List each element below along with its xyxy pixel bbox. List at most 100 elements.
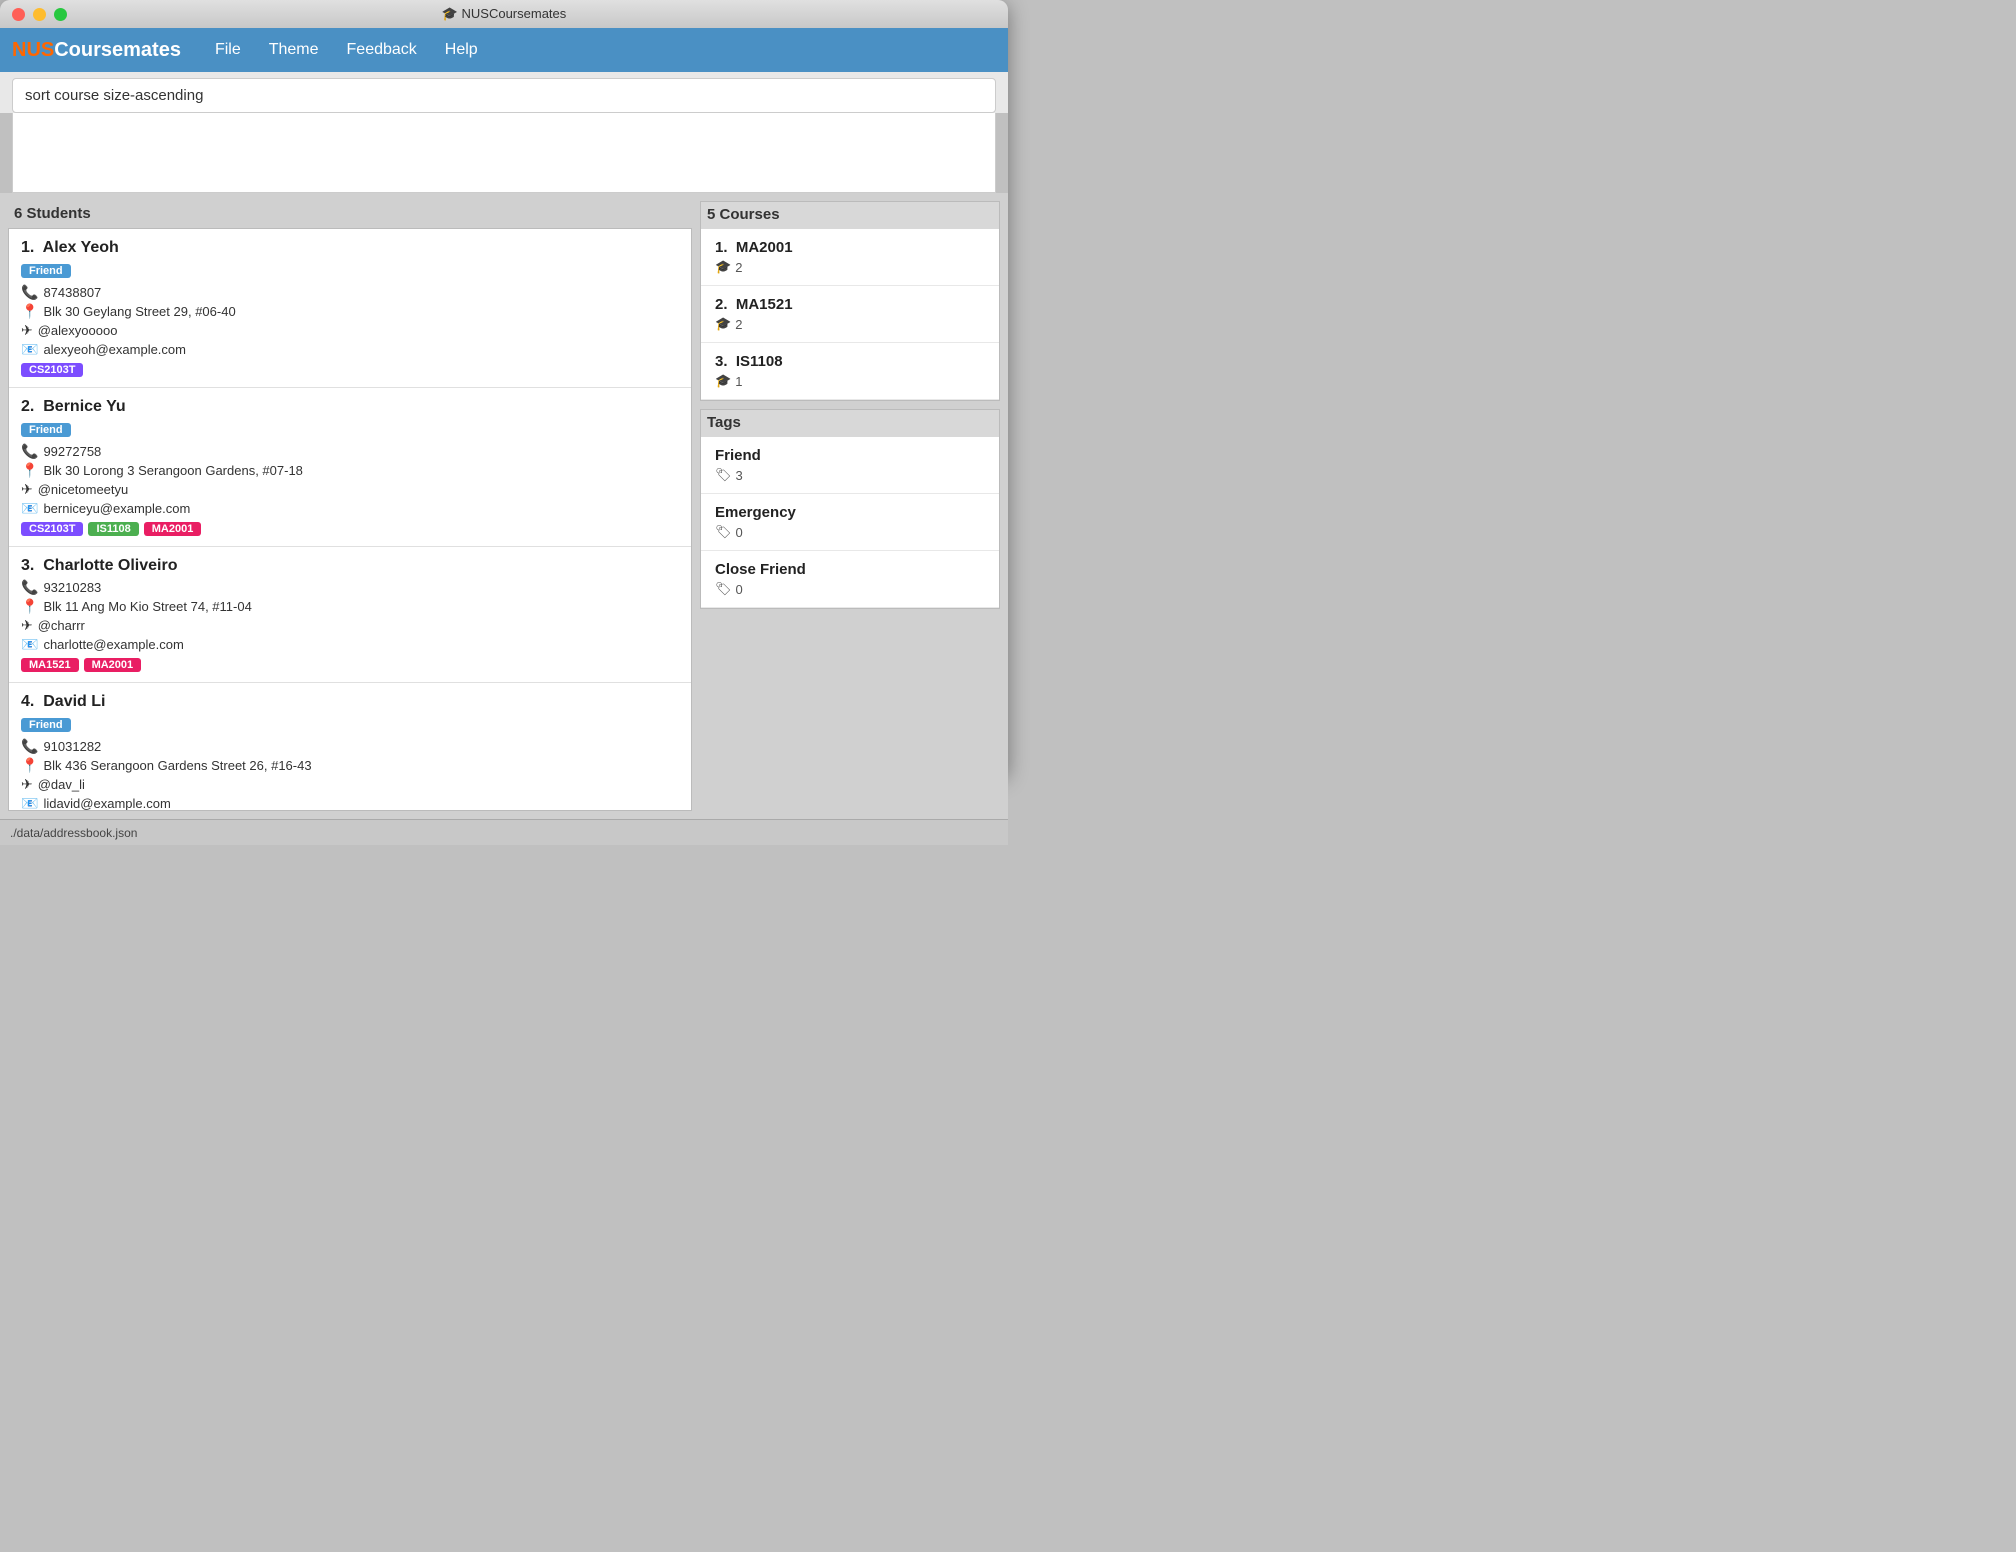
phone-icon: 📞 bbox=[21, 579, 38, 596]
student-phone: 📞 93210283 bbox=[21, 579, 679, 596]
search-results-area bbox=[12, 113, 996, 193]
course-item[interactable]: 1. MA2001 🎓 2 bbox=[701, 229, 999, 286]
tag-item-count: 🏷 3 bbox=[715, 467, 985, 483]
maximize-button[interactable] bbox=[54, 8, 67, 21]
student-email: 📧 lidavid@example.com bbox=[21, 795, 679, 811]
student-telegram: ✈ @dav_li bbox=[21, 776, 679, 793]
student-name: 2. Bernice Yu bbox=[21, 398, 679, 416]
person-icon: 🎓 bbox=[715, 259, 731, 275]
menu-help[interactable]: Help bbox=[431, 35, 492, 65]
phone-icon: 📞 bbox=[21, 443, 38, 460]
phone-icon: 📞 bbox=[21, 284, 38, 301]
telegram-icon: ✈ bbox=[21, 322, 33, 339]
course-item-name: 1. MA2001 bbox=[715, 239, 985, 256]
main-content: 6 Students 1. Alex Yeoh Friend 📞 8743880… bbox=[0, 193, 1008, 819]
address-icon: 📍 bbox=[21, 303, 38, 320]
courses-list[interactable]: 1. MA2001 🎓 2 2. MA1521 🎓 2 bbox=[701, 229, 999, 400]
menu-theme[interactable]: Theme bbox=[255, 35, 333, 65]
window-controls[interactable] bbox=[12, 8, 67, 21]
course-tags: MA1521 MA2001 bbox=[21, 658, 679, 672]
course-tag-is1108: IS1108 bbox=[88, 522, 138, 536]
tag-icon: 🏷 bbox=[715, 581, 732, 597]
search-wrapper bbox=[0, 72, 1008, 113]
tag-item-friend[interactable]: Friend 🏷 3 bbox=[701, 437, 999, 494]
student-name: 1. Alex Yeoh bbox=[21, 239, 679, 257]
courses-header: 5 Courses bbox=[701, 202, 999, 229]
person-icon: 🎓 bbox=[715, 373, 731, 389]
title-bar: 🎓 NUSCoursemates bbox=[0, 0, 1008, 28]
student-address: 📍 Blk 30 Geylang Street 29, #06-40 bbox=[21, 303, 679, 320]
right-panel: 5 Courses 1. MA2001 🎓 2 2. MA1521 bbox=[700, 201, 1000, 811]
email-icon: 📧 bbox=[21, 795, 38, 811]
address-icon: 📍 bbox=[21, 757, 38, 774]
address-icon: 📍 bbox=[21, 462, 38, 479]
telegram-icon: ✈ bbox=[21, 776, 33, 793]
courses-panel: 5 Courses 1. MA2001 🎓 2 2. MA1521 bbox=[700, 201, 1000, 401]
email-icon: 📧 bbox=[21, 341, 38, 358]
left-panel: 6 Students 1. Alex Yeoh Friend 📞 8743880… bbox=[8, 201, 692, 811]
tag-item-name: Close Friend bbox=[715, 561, 985, 578]
email-icon: 📧 bbox=[21, 500, 38, 517]
course-item-count: 🎓 1 bbox=[715, 373, 985, 389]
course-item-name: 2. MA1521 bbox=[715, 296, 985, 313]
tag-item-close-friend[interactable]: Close Friend 🏷 0 bbox=[701, 551, 999, 608]
email-icon: 📧 bbox=[21, 636, 38, 653]
student-name: 3. Charlotte Oliveiro bbox=[21, 557, 679, 575]
course-tag-ma2001: MA2001 bbox=[144, 522, 202, 536]
tag-item-emergency[interactable]: Emergency 🏷 0 bbox=[701, 494, 999, 551]
course-item[interactable]: 2. MA1521 🎓 2 bbox=[701, 286, 999, 343]
minimize-button[interactable] bbox=[33, 8, 46, 21]
students-header: 6 Students bbox=[8, 201, 692, 228]
student-phone: 📞 91031282 bbox=[21, 738, 679, 755]
course-tags: CS2103T IS1108 MA2001 bbox=[21, 522, 679, 536]
student-email: 📧 berniceyu@example.com bbox=[21, 500, 679, 517]
telegram-icon: ✈ bbox=[21, 617, 33, 634]
tag-icon: 🏷 bbox=[715, 467, 732, 483]
phone-icon: 📞 bbox=[21, 738, 38, 755]
student-email: 📧 charlotte@example.com bbox=[21, 636, 679, 653]
logo-nus: NUS bbox=[12, 39, 54, 61]
close-button[interactable] bbox=[12, 8, 25, 21]
menu-file[interactable]: File bbox=[201, 35, 255, 65]
student-telegram: ✈ @alexyooooo bbox=[21, 322, 679, 339]
telegram-icon: ✈ bbox=[21, 481, 33, 498]
student-telegram: ✈ @nicetomeetyu bbox=[21, 481, 679, 498]
tag-badge-friend: Friend bbox=[21, 718, 71, 732]
status-path: ./data/addressbook.json bbox=[10, 826, 137, 840]
tag-item-count: 🏷 0 bbox=[715, 581, 985, 597]
tags-panel: Tags Friend 🏷 3 Emergency 🏷 0 bbox=[700, 409, 1000, 609]
search-input[interactable] bbox=[12, 78, 996, 113]
student-phone: 📞 87438807 bbox=[21, 284, 679, 301]
window-title: 🎓 NUSCoursemates bbox=[442, 6, 567, 22]
course-item[interactable]: 3. IS1108 🎓 1 bbox=[701, 343, 999, 400]
tag-badge-friend: Friend bbox=[21, 423, 71, 437]
status-bar: ./data/addressbook.json bbox=[0, 819, 1008, 845]
course-tag-ma1521: MA1521 bbox=[21, 658, 79, 672]
menu-feedback[interactable]: Feedback bbox=[333, 35, 431, 65]
app-logo: NUSCoursemates bbox=[12, 39, 181, 62]
student-name: 4. David Li bbox=[21, 693, 679, 711]
student-address: 📍 Blk 436 Serangoon Gardens Street 26, #… bbox=[21, 757, 679, 774]
course-item-name: 3. IS1108 bbox=[715, 353, 985, 370]
student-item[interactable]: 2. Bernice Yu Friend 📞 99272758 📍 Blk 30… bbox=[9, 388, 691, 547]
tag-item-name: Friend bbox=[715, 447, 985, 464]
menu-bar: NUSCoursemates File Theme Feedback Help bbox=[0, 28, 1008, 72]
course-tag-ma2001: MA2001 bbox=[84, 658, 142, 672]
address-icon: 📍 bbox=[21, 598, 38, 615]
tag-badge-friend: Friend bbox=[21, 264, 71, 278]
course-tag-cs2103t: CS2103T bbox=[21, 522, 83, 536]
course-tag-cs2103t: CS2103T bbox=[21, 363, 83, 377]
student-telegram: ✈ @charrr bbox=[21, 617, 679, 634]
tag-item-count: 🏷 0 bbox=[715, 524, 985, 540]
student-address: 📍 Blk 30 Lorong 3 Serangoon Gardens, #07… bbox=[21, 462, 679, 479]
students-list[interactable]: 1. Alex Yeoh Friend 📞 87438807 📍 Blk 30 … bbox=[8, 228, 692, 811]
tags-list: Friend 🏷 3 Emergency 🏷 0 Close Friend bbox=[701, 437, 999, 608]
student-item[interactable]: 3. Charlotte Oliveiro 📞 93210283 📍 Blk 1… bbox=[9, 547, 691, 683]
logo-coursemates: Coursemates bbox=[54, 39, 181, 61]
person-icon: 🎓 bbox=[715, 316, 731, 332]
tags-header: Tags bbox=[701, 410, 999, 437]
student-item[interactable]: 4. David Li Friend 📞 91031282 📍 Blk 436 … bbox=[9, 683, 691, 811]
student-address: 📍 Blk 11 Ang Mo Kio Street 74, #11-04 bbox=[21, 598, 679, 615]
course-tags: CS2103T bbox=[21, 363, 679, 377]
student-item[interactable]: 1. Alex Yeoh Friend 📞 87438807 📍 Blk 30 … bbox=[9, 229, 691, 388]
